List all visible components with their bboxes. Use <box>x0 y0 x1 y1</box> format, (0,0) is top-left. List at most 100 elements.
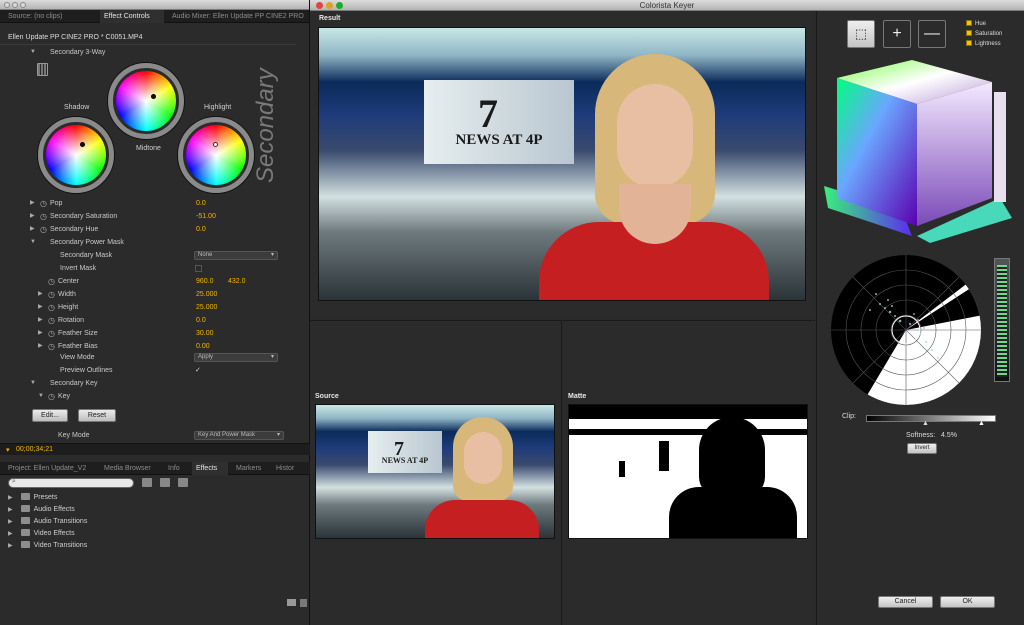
midtone-puck[interactable] <box>151 94 156 99</box>
colorista-keyer-window: Colorista Keyer Result 7 NEWS AT 4P Sour… <box>310 0 1024 625</box>
folder-icon <box>20 517 30 524</box>
param-secondary-saturation[interactable]: ▶ ◷ Secondary Saturation -51.00 <box>0 210 296 223</box>
matte-pane: Matte <box>563 320 815 625</box>
param-key[interactable]: ▼ ◷ Key <box>0 390 296 403</box>
subtract-color-button[interactable]: — <box>918 20 946 48</box>
clip-header: Ellen Update PP CINE2 PRO * C0051.MP4 <box>8 34 143 41</box>
timecode-bar: ▾ 00;00;34;21 <box>0 443 310 455</box>
tab-effects[interactable]: Effects <box>192 462 228 475</box>
tab-audio-mixer[interactable]: Audio Mixer: Ellen Update PP CINE2 PRO <box>168 10 308 23</box>
folder-icon <box>20 493 30 500</box>
clip-slider[interactable] <box>866 415 996 422</box>
checkbox-icon[interactable] <box>966 30 972 36</box>
param-feather-size[interactable]: ▶ ◷ Feather Size 30.00 <box>0 327 296 340</box>
anchor-figure <box>420 417 544 538</box>
key-mode-dropdown[interactable]: Key And Power Mask <box>194 431 284 440</box>
view-mode-dropdown[interactable]: Apply <box>194 353 278 362</box>
tab-media-browser[interactable]: Media Browser <box>100 462 158 475</box>
folder-icon <box>20 529 30 536</box>
checkbox-icon[interactable] <box>966 40 972 46</box>
stopwatch-icon[interactable]: ◷ <box>48 275 55 288</box>
cancel-button[interactable]: Cancel <box>878 596 933 608</box>
add-selection-tool-button[interactable]: ⬚ <box>847 20 875 48</box>
reset-button[interactable]: Reset <box>78 409 116 422</box>
tab-markers[interactable]: Markers <box>232 462 268 475</box>
matte-preview[interactable] <box>568 404 808 539</box>
preview-outlines-checkbox[interactable]: ✓ <box>195 367 202 374</box>
section-secondary-3way[interactable]: ▼ Secondary 3-Way <box>0 46 296 59</box>
checkbox-icon[interactable] <box>966 20 972 26</box>
window-controls[interactable] <box>0 0 309 10</box>
marquee-plus-icon: ⬚ <box>854 26 868 41</box>
legend-hue[interactable]: Hue <box>966 20 986 29</box>
source-label: Source <box>315 393 339 400</box>
folder-icon <box>20 505 30 512</box>
trash-icon[interactable] <box>300 599 307 607</box>
tab-info[interactable]: Info <box>164 462 188 475</box>
softness-value[interactable]: 4.5% <box>941 432 957 439</box>
ok-button[interactable]: OK <box>940 596 995 608</box>
stopwatch-icon[interactable]: ◷ <box>48 390 55 403</box>
stopwatch-icon[interactable]: ◷ <box>40 210 47 223</box>
group-secondary-key[interactable]: ▼ Secondary Key <box>0 377 296 390</box>
shadow-puck[interactable] <box>80 142 85 147</box>
result-preview[interactable]: 7 NEWS AT 4P <box>318 27 806 301</box>
invert-mask-checkbox[interactable] <box>195 265 202 272</box>
param-pop[interactable]: ▶ ◷ Pop 0.0 <box>0 197 296 210</box>
new-folder-icon[interactable] <box>287 599 296 606</box>
tab-project[interactable]: Project: Ellen Update_V2 <box>4 462 96 475</box>
highlight-color-wheel[interactable] <box>186 125 246 185</box>
tab-history[interactable]: Histor <box>272 462 308 475</box>
anchor-figure <box>529 54 779 300</box>
folder-audio-transitions[interactable]: ▶ Audio Transitions <box>8 516 208 528</box>
secondary-mask-dropdown[interactable]: None <box>194 251 278 260</box>
param-rotation[interactable]: ▶ ◷ Rotation 0.0 <box>0 314 296 327</box>
legend-lightness[interactable]: Lightness <box>966 40 1001 49</box>
32bit-effects-icon[interactable] <box>160 478 170 487</box>
accelerated-effects-icon[interactable] <box>142 478 152 487</box>
timecode[interactable]: 00;00;34;21 <box>16 446 53 453</box>
effects-search-input[interactable]: ⌕ <box>8 478 134 488</box>
tab-effect-controls[interactable]: Effect Controls <box>100 10 164 23</box>
matte-label: Matte <box>568 393 587 400</box>
folder-video-effects[interactable]: ▶ Video Effects <box>8 528 208 540</box>
stopwatch-icon[interactable]: ◷ <box>40 223 47 236</box>
param-height[interactable]: ▶ ◷ Height 25.000 <box>0 301 296 314</box>
panel-tab-row: Source: (no clips) Effect Controls Audio… <box>0 10 309 23</box>
expand-triangle-icon[interactable]: ▼ <box>30 46 36 59</box>
clip-high-handle-icon[interactable]: ▲ <box>978 420 985 427</box>
stopwatch-icon[interactable]: ◷ <box>48 327 55 340</box>
playhead-icon: ▾ <box>6 447 10 454</box>
param-secondary-mask: Secondary Mask None <box>0 249 296 262</box>
param-invert-mask: Invert Mask <box>0 262 296 275</box>
yuv-effects-icon[interactable] <box>178 478 188 487</box>
folder-video-transitions[interactable]: ▶ Video Transitions <box>8 540 208 552</box>
stopwatch-icon[interactable]: ◷ <box>48 288 55 301</box>
param-preview-outlines: Preview Outlines ✓ <box>60 367 202 374</box>
folder-audio-effects[interactable]: ▶ Audio Effects <box>8 504 208 516</box>
color-cube[interactable] <box>822 58 1022 243</box>
lightness-bar[interactable] <box>994 258 1010 382</box>
legend-saturation[interactable]: Saturation <box>966 30 1002 39</box>
source-preview[interactable]: 7 NEWS AT 4P <box>315 404 555 539</box>
clip-low-handle-icon[interactable]: ▲ <box>922 420 929 427</box>
invert-button[interactable]: Invert <box>907 443 937 454</box>
folder-presets[interactable]: ▶ Presets <box>8 492 208 504</box>
vectorscope[interactable] <box>830 254 982 406</box>
add-color-button[interactable]: + <box>883 20 911 48</box>
calculator-icon[interactable] <box>37 63 48 76</box>
stopwatch-icon[interactable]: ◷ <box>40 197 47 210</box>
stopwatch-icon[interactable]: ◷ <box>48 301 55 314</box>
param-center[interactable]: ◷ Center 960.0 432.0 <box>0 275 296 288</box>
tab-source[interactable]: Source: (no clips) <box>4 10 98 23</box>
highlight-puck[interactable] <box>213 142 218 147</box>
stopwatch-icon[interactable]: ◷ <box>48 314 55 327</box>
group-secondary-power-mask[interactable]: ▼ Secondary Power Mask <box>0 236 296 249</box>
param-width[interactable]: ▶ ◷ Width 25.000 <box>0 288 296 301</box>
edit-button[interactable]: Edit... <box>32 409 68 422</box>
divider <box>0 44 296 45</box>
keyer-titlebar: Colorista Keyer <box>310 0 1024 11</box>
param-secondary-hue[interactable]: ▶ ◷ Secondary Hue 0.0 <box>0 223 296 236</box>
midtone-color-wheel[interactable] <box>116 71 176 131</box>
shadow-color-wheel[interactable] <box>46 125 106 185</box>
